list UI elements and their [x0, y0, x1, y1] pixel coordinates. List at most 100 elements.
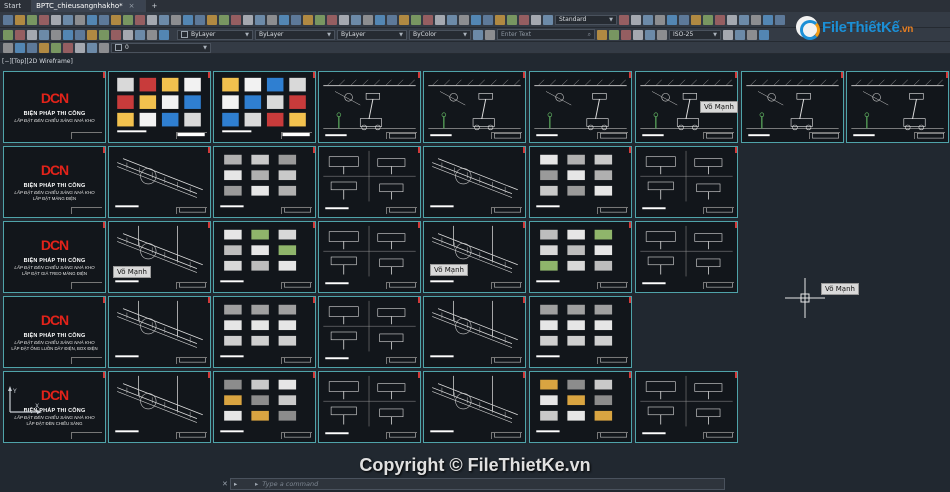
text-style-select[interactable]: Standard ▼: [555, 14, 617, 25]
toolbar-tool-icon[interactable]: [63, 29, 73, 40]
toolbar-tool-icon[interactable]: [63, 42, 73, 53]
toolbar-tool-icon[interactable]: [351, 14, 361, 25]
toolbar-tool-icon[interactable]: [703, 14, 713, 25]
toolbar-tool-icon[interactable]: [727, 14, 737, 25]
toolbar-tool-icon[interactable]: [51, 29, 61, 40]
layer-select[interactable]: 0 ▼: [111, 42, 211, 53]
drawing-sheet[interactable]: [108, 146, 211, 218]
close-icon[interactable]: ✕: [222, 480, 228, 488]
drawing-sheet[interactable]: [529, 296, 632, 368]
toolbar-tool-icon[interactable]: [111, 29, 121, 40]
drawing-sheet[interactable]: [318, 371, 421, 443]
toolbar-tool-icon[interactable]: [495, 14, 505, 25]
toolbar-tool-icon[interactable]: [63, 14, 73, 25]
toolbar-tool-icon[interactable]: [99, 29, 109, 40]
drawing-sheet[interactable]: [213, 71, 316, 143]
drawing-sheet[interactable]: [318, 221, 421, 293]
toolbar-tool-icon[interactable]: [619, 14, 629, 25]
toolbar-tool-icon[interactable]: [423, 14, 433, 25]
toolbar-tool-icon[interactable]: [87, 29, 97, 40]
toolbar-tool-icon[interactable]: [39, 14, 49, 25]
close-icon[interactable]: ×: [129, 2, 135, 10]
toolbar-tool-icon[interactable]: [631, 14, 641, 25]
toolbar-tool-icon[interactable]: [763, 14, 773, 25]
tab-drawing[interactable]: BPTC_chieusangnhakho* ×: [32, 0, 146, 12]
drawing-sheet[interactable]: [318, 296, 421, 368]
toolbar-tool-icon[interactable]: [27, 14, 37, 25]
linetype-select[interactable]: ByLayer ▼: [255, 29, 335, 40]
toolbar-tool-icon[interactable]: [679, 14, 689, 25]
toolbar-tool-icon[interactable]: [739, 14, 749, 25]
drawing-sheet[interactable]: [108, 371, 211, 443]
toolbar-tool-icon[interactable]: [747, 29, 757, 40]
toolbar-tool-icon[interactable]: [99, 14, 109, 25]
toolbar-tool-icon[interactable]: [375, 14, 385, 25]
toolbar-tool-icon[interactable]: [315, 14, 325, 25]
drawing-sheet[interactable]: [213, 221, 316, 293]
toolbar-tool-icon[interactable]: [135, 14, 145, 25]
drawing-sheet[interactable]: [423, 71, 526, 143]
drawing-sheet[interactable]: [318, 71, 421, 143]
drawing-viewport[interactable]: [−][Top][2D Wireframe] DCN BIỆN PHÁP THI …: [0, 54, 950, 478]
toolbar-tool-icon[interactable]: [207, 14, 217, 25]
toolbar-tool-icon[interactable]: [75, 14, 85, 25]
drawing-sheet[interactable]: [846, 71, 949, 143]
toolbar-tool-icon[interactable]: [723, 29, 733, 40]
toolbar-tool-icon[interactable]: [15, 42, 25, 53]
toolbar-tool-icon[interactable]: [291, 14, 301, 25]
drawing-sheet[interactable]: [741, 71, 844, 143]
toolbar-tool-icon[interactable]: [447, 14, 457, 25]
toolbar-tool-icon[interactable]: [39, 42, 49, 53]
toolbar-tool-icon[interactable]: [327, 14, 337, 25]
command-input[interactable]: Type a command: [262, 480, 318, 488]
toolbar-tool-icon[interactable]: [267, 14, 277, 25]
toolbar-tool-icon[interactable]: [621, 29, 631, 40]
toolbar-tool-icon[interactable]: [657, 29, 667, 40]
toolbar-tool-icon[interactable]: [3, 29, 13, 40]
command-line[interactable]: ▸ ▸ Type a command: [230, 478, 725, 490]
toolbar-tool-icon[interactable]: [99, 42, 109, 53]
toolbar-tool-icon[interactable]: [3, 14, 13, 25]
toolbar-tool-icon[interactable]: [15, 29, 25, 40]
toolbar-tool-icon[interactable]: [195, 14, 205, 25]
toolbar-tool-icon[interactable]: [507, 14, 517, 25]
toolbar-tool-icon[interactable]: [39, 29, 49, 40]
toolbar-tool-icon[interactable]: [459, 14, 469, 25]
toolbar-tool-icon[interactable]: [279, 14, 289, 25]
toolbar-tool-icon[interactable]: [27, 42, 37, 53]
toolbar-tool-icon[interactable]: [759, 29, 769, 40]
drawing-sheet[interactable]: [635, 371, 738, 443]
toolbar-tool-icon[interactable]: [691, 14, 701, 25]
drawing-sheet[interactable]: [108, 71, 211, 143]
toolbar-tool-icon[interactable]: [655, 14, 665, 25]
toolbar-tool-icon[interactable]: [519, 14, 529, 25]
toolbar-tool-icon[interactable]: [473, 29, 483, 40]
toolbar-tool-icon[interactable]: [159, 29, 169, 40]
toolbar-tool-icon[interactable]: [87, 14, 97, 25]
toolbar-tool-icon[interactable]: [75, 42, 85, 53]
drawing-sheet[interactable]: [529, 146, 632, 218]
search-input[interactable]: Enter Text ⌕: [497, 29, 595, 40]
toolbar-tool-icon[interactable]: [435, 14, 445, 25]
viewport-controls[interactable]: [−][Top][2D Wireframe]: [2, 58, 73, 65]
drawing-sheet[interactable]: [318, 146, 421, 218]
toolbar-tool-icon[interactable]: [775, 14, 785, 25]
drawing-sheet[interactable]: [635, 146, 738, 218]
title-sheet[interactable]: DCN BIỆN PHÁP THI CÔNG LẮP ĐẶT ĐÈN CHIẾU S…: [3, 221, 106, 293]
toolbar-tool-icon[interactable]: [75, 29, 85, 40]
toolbar-tool-icon[interactable]: [643, 14, 653, 25]
toolbar-tool-icon[interactable]: [715, 14, 725, 25]
drawing-sheet[interactable]: [423, 221, 526, 293]
toolbar-tool-icon[interactable]: [147, 29, 157, 40]
toolbar-tool-icon[interactable]: [51, 42, 61, 53]
drawing-sheet[interactable]: [635, 221, 738, 293]
toolbar-tool-icon[interactable]: [751, 14, 761, 25]
new-tab-button[interactable]: +: [146, 0, 164, 12]
toolbar-tool-icon[interactable]: [411, 14, 421, 25]
title-sheet[interactable]: DCN BIỆN PHÁP THI CÔNG LẮP ĐẶT ĐÈN CHIẾU S…: [3, 71, 106, 143]
drawing-sheet[interactable]: [529, 371, 632, 443]
drawing-sheet[interactable]: [213, 146, 316, 218]
toolbar-tool-icon[interactable]: [51, 14, 61, 25]
toolbar-tool-icon[interactable]: [123, 29, 133, 40]
toolbar-tool-icon[interactable]: [123, 14, 133, 25]
